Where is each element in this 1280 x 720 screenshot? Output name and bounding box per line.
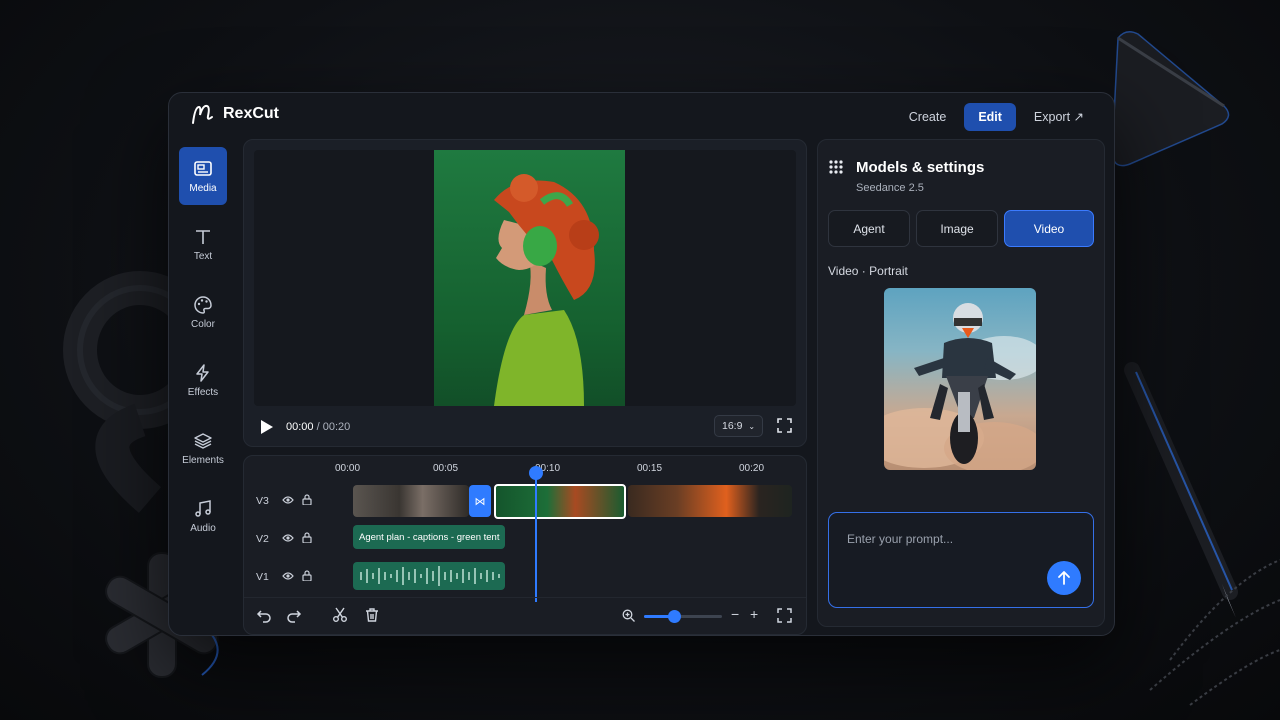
app-name: RexCut	[223, 105, 280, 122]
sidebar-item-label: Media	[189, 182, 217, 194]
lock-icon[interactable]	[302, 532, 312, 543]
arrow-up-icon	[1058, 571, 1070, 585]
top-bar: RexCut Create Edit Export ↗	[169, 93, 1114, 139]
track-v2: V2 Agent plan - captions - green tent	[244, 522, 806, 556]
send-button[interactable]	[1047, 561, 1081, 595]
zoom-in-icon[interactable]	[622, 609, 635, 622]
portrait-image	[494, 174, 599, 406]
lock-icon[interactable]	[302, 494, 312, 505]
scissors-icon[interactable]	[332, 607, 348, 623]
tab-image[interactable]: Image	[916, 210, 998, 247]
music-icon	[195, 499, 211, 517]
app-logo[interactable]: RexCut	[191, 103, 279, 125]
lightning-icon	[196, 363, 209, 382]
track-v3: V3 ⋈	[244, 484, 806, 519]
tool-sidebar: Media Text Color Effects Elements Audio	[179, 147, 231, 555]
prompt-box	[828, 512, 1094, 608]
sidebar-item-media[interactable]: Media	[179, 147, 227, 205]
nav-export[interactable]: Export ↗	[1022, 102, 1096, 131]
nav-edit[interactable]: Edit	[964, 102, 1016, 131]
caption-clip-text: Agent plan - captions - green tent	[359, 531, 500, 543]
player-controls: 00:00 / 00:20 16:9 ⌄	[244, 406, 806, 446]
sidebar-item-color[interactable]: Color	[179, 283, 227, 341]
aspect-ratio-select[interactable]: 16:9 ⌄	[714, 415, 764, 437]
reference-thumbnail[interactable]	[884, 288, 1036, 470]
tab-video[interactable]: Video	[1004, 210, 1094, 247]
player-time: 00:00 / 00:20	[286, 421, 350, 433]
sidebar-item-text[interactable]: Text	[179, 215, 227, 273]
transition-handle[interactable]: ⋈	[469, 485, 491, 517]
media-icon	[194, 160, 212, 176]
current-time: 00:00	[286, 421, 314, 433]
track-label: V1	[256, 571, 269, 583]
nav-create[interactable]: Create	[897, 103, 959, 131]
zoom-out-button[interactable]: −	[731, 606, 739, 622]
mode-label: Video · Portrait	[828, 264, 908, 278]
mode-tabs: Agent Image Video	[828, 210, 1094, 247]
video-clip[interactable]	[353, 485, 469, 517]
editor-window: RexCut Create Edit Export ↗ Media Text C…	[168, 92, 1115, 636]
model-name: Seedance 2.5	[856, 182, 924, 194]
waveform	[360, 566, 500, 586]
caption-clip[interactable]: Agent plan - captions - green tent	[353, 525, 505, 549]
top-nav: Create Edit Export ↗	[897, 102, 1096, 131]
sidebar-item-label: Effects	[187, 386, 219, 398]
ruler-tick: 00:20	[739, 463, 765, 474]
ruler-tick: 00:00	[335, 463, 361, 474]
undo-icon[interactable]	[256, 607, 272, 623]
prompt-input[interactable]	[845, 531, 1039, 547]
sidebar-item-label: Color	[191, 318, 215, 330]
lock-icon[interactable]	[302, 570, 312, 581]
eye-icon[interactable]	[282, 571, 294, 581]
track-label: V3	[256, 495, 269, 507]
zoom-slider[interactable]	[644, 610, 722, 623]
track-label: V2	[256, 533, 269, 545]
text-icon	[196, 229, 210, 244]
video-preview: 00:00 / 00:20 16:9 ⌄	[243, 139, 807, 447]
track-v1: V1	[244, 560, 806, 594]
video-clip-selected[interactable]	[494, 484, 626, 519]
chevron-down-icon: ⌄	[748, 422, 756, 431]
playhead-knob[interactable]	[529, 466, 543, 480]
audio-clip[interactable]	[353, 562, 505, 590]
palette-icon	[194, 295, 212, 314]
redo-icon[interactable]	[286, 607, 302, 623]
models-settings-panel: Models & settings Seedance 2.5 Agent Ima…	[817, 139, 1105, 627]
sidebar-item-label: Text	[193, 250, 213, 262]
eye-icon[interactable]	[282, 533, 294, 543]
decorative-pen-shape	[1124, 362, 1280, 706]
fit-timeline-icon[interactable]	[777, 608, 792, 623]
play-icon[interactable]	[260, 419, 274, 435]
tab-agent[interactable]: Agent	[828, 210, 910, 247]
panel-title: Models & settings	[856, 159, 985, 176]
grid-icon	[829, 160, 843, 174]
preview-stage[interactable]	[254, 150, 796, 406]
sidebar-item-effects[interactable]: Effects	[179, 351, 227, 409]
eye-icon[interactable]	[282, 495, 294, 505]
layers-icon	[194, 432, 212, 449]
aspect-ratio-value: 16:9	[722, 420, 743, 432]
fullscreen-icon[interactable]	[777, 418, 792, 433]
zoom-in-button[interactable]: +	[750, 606, 758, 622]
sidebar-item-label: Elements	[182, 454, 224, 466]
zoom-slider-handle[interactable]	[668, 610, 681, 623]
trash-icon[interactable]	[364, 607, 380, 623]
timeline-panel: 00:00 00:05 00:10 00:15 00:20 V3 ⋈ V2 Ag…	[243, 455, 807, 635]
rexcut-logo-icon	[192, 104, 213, 124]
sidebar-item-label: Audio	[190, 522, 216, 534]
duration: / 00:20	[316, 421, 351, 433]
timeline-toolbar: − +	[244, 597, 806, 634]
playhead[interactable]	[529, 466, 543, 602]
sidebar-item-audio[interactable]: Audio	[179, 487, 227, 545]
video-clip[interactable]	[628, 485, 792, 517]
ruler-tick: 00:05	[433, 463, 459, 474]
sidebar-item-elements[interactable]: Elements	[179, 419, 227, 477]
ruler-tick: 00:15	[637, 463, 663, 474]
motocross-image	[884, 303, 1036, 470]
preview-frame	[434, 150, 625, 406]
